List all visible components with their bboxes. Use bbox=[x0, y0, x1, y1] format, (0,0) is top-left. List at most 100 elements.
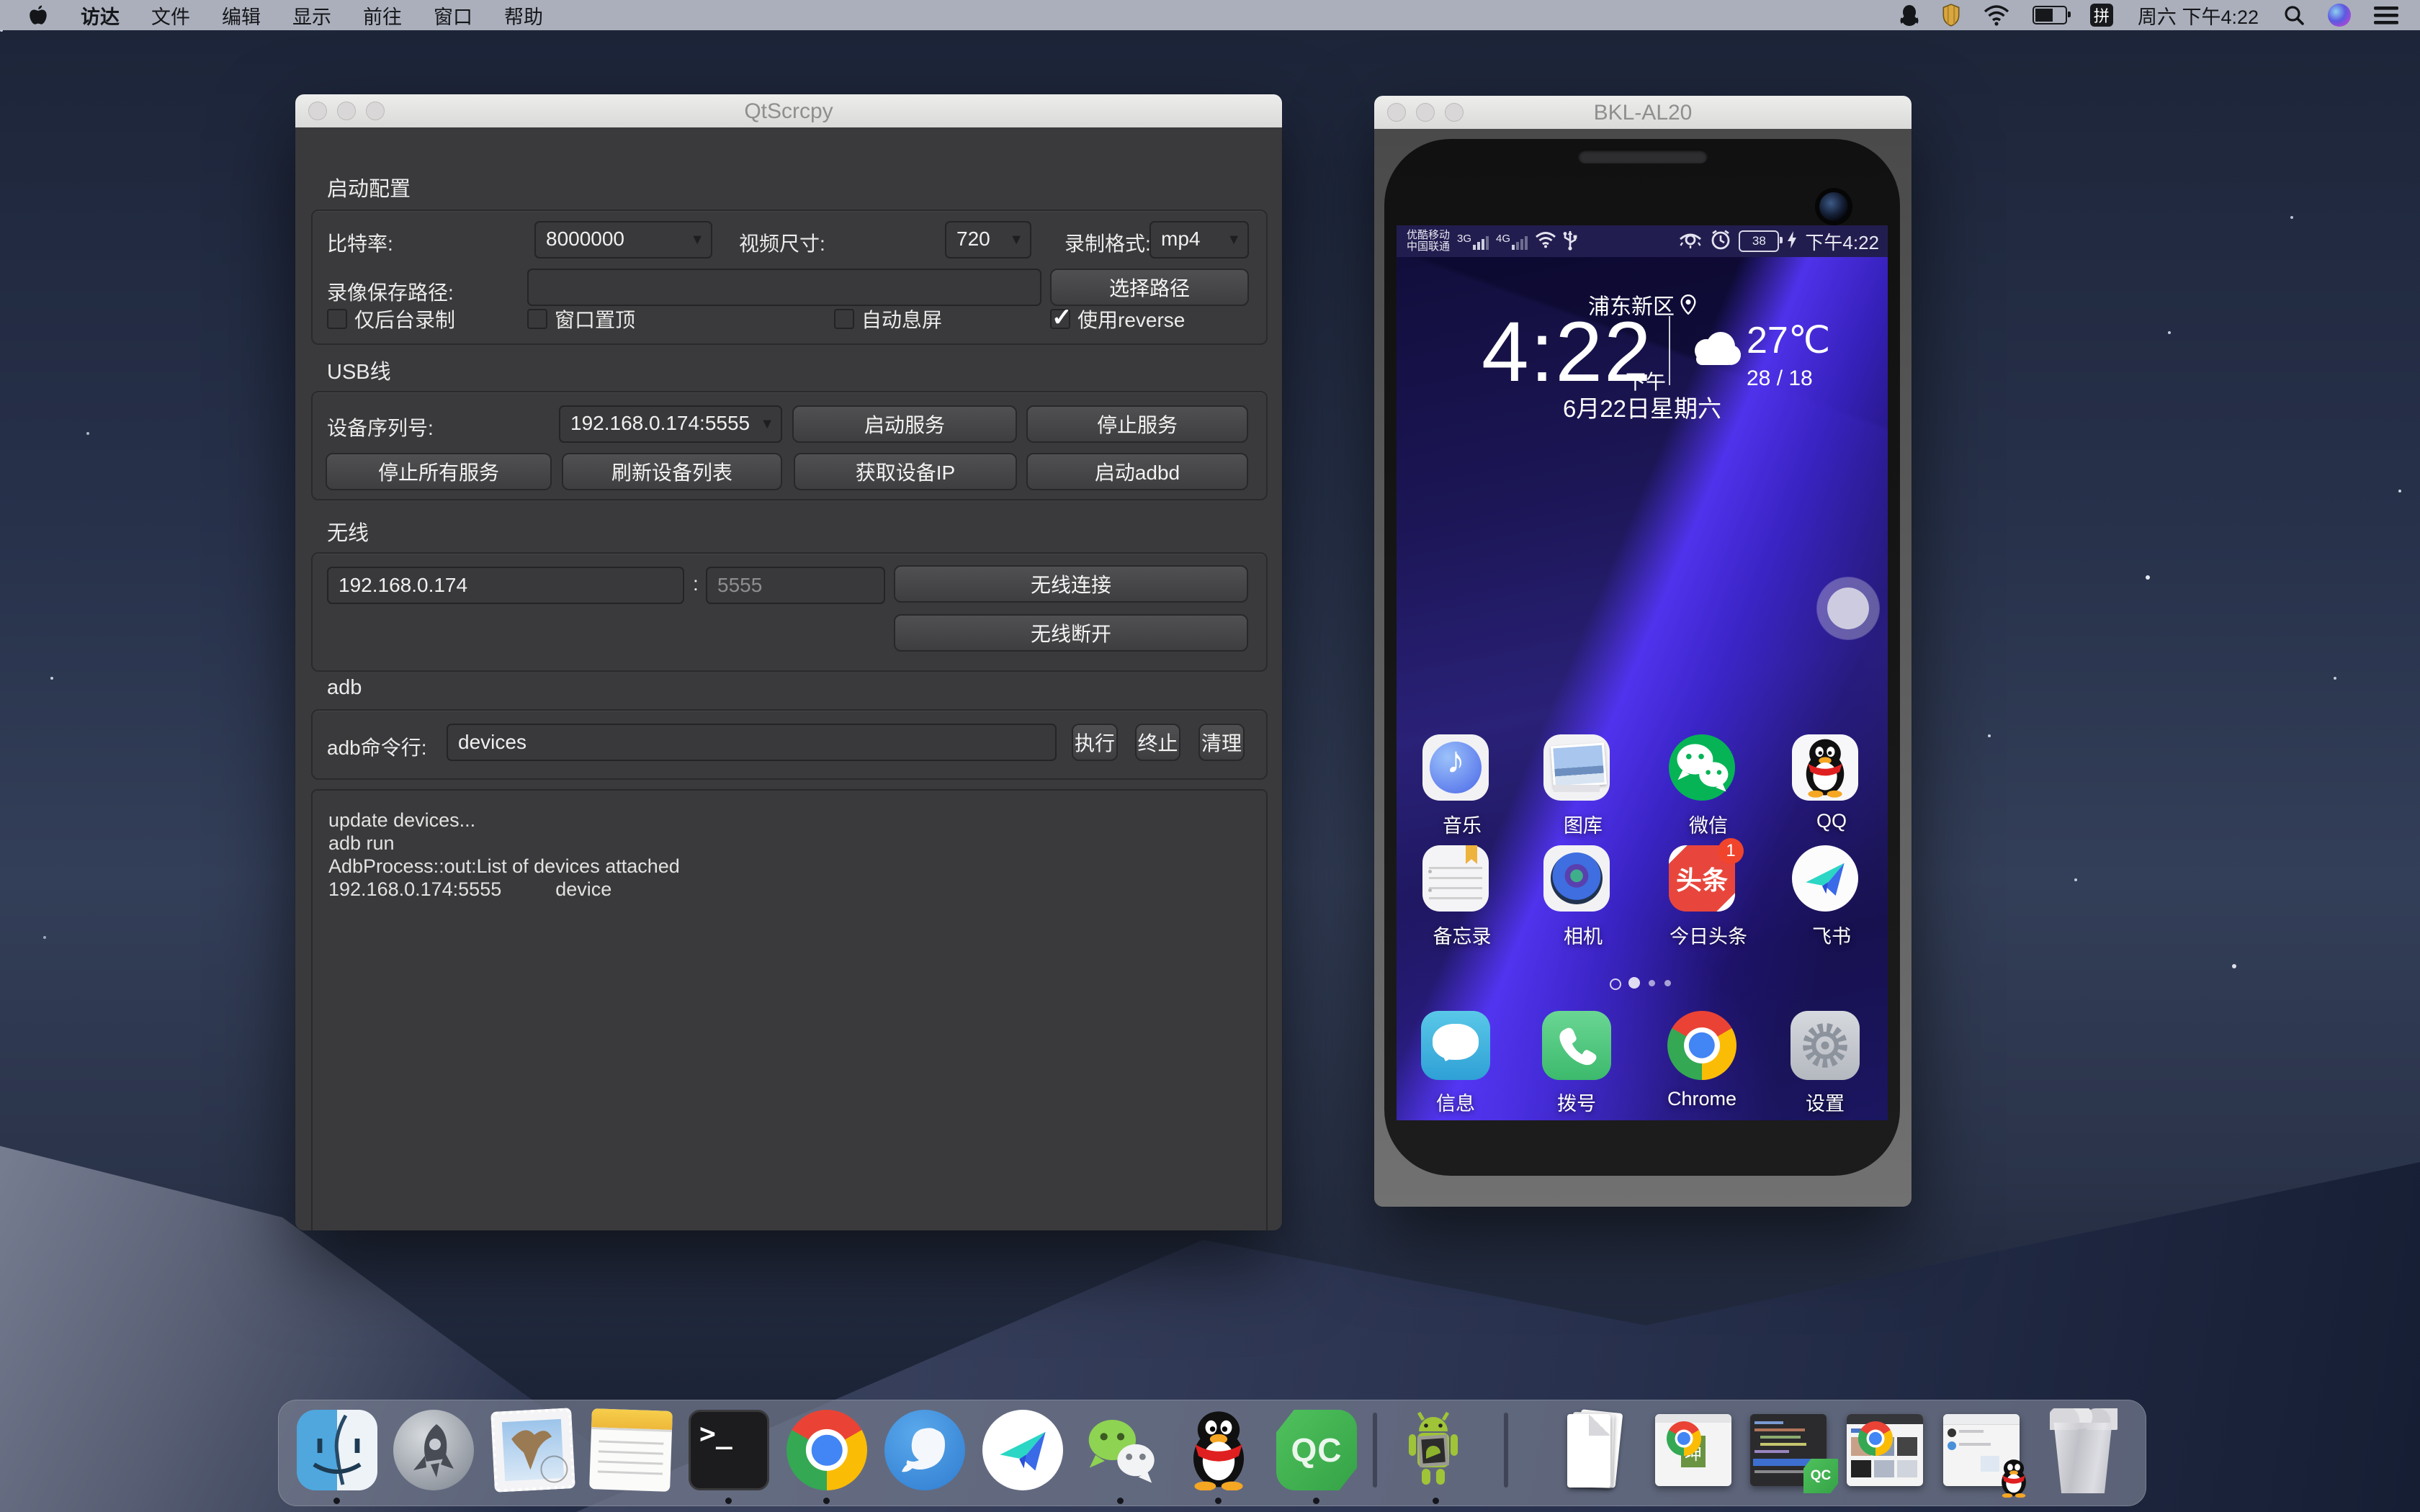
sea-lion-icon bbox=[884, 1410, 965, 1490]
section-wireless: 无线 bbox=[327, 516, 369, 546]
desktop: 访达 文件 编辑 显示 前往 窗口 帮助 拼 周六 下午4:22 bbox=[0, 0, 2420, 1512]
app-chrome[interactable] bbox=[1667, 1011, 1736, 1080]
menu-go[interactable]: 前往 bbox=[347, 0, 418, 30]
qtscrcpy-window: QtScrcpy 启动配置 比特率: 8000000 视频尺寸: 720 录制格… bbox=[295, 94, 1282, 1230]
app-label: 备忘录 bbox=[1401, 921, 1523, 949]
dock-launchpad[interactable] bbox=[393, 1410, 474, 1490]
dock-chrome[interactable] bbox=[786, 1410, 867, 1490]
menu-edit[interactable]: 编辑 bbox=[206, 0, 277, 30]
serial-label: 设备序列号: bbox=[327, 413, 434, 441]
save-path-input[interactable] bbox=[527, 269, 1041, 306]
dock-minimized-window-chrome[interactable]: 坤 bbox=[1655, 1414, 1731, 1486]
dock-separator bbox=[1373, 1413, 1377, 1488]
paper-plane-icon bbox=[995, 1423, 1050, 1477]
app-feishu[interactable] bbox=[1792, 845, 1858, 912]
dock-wechat[interactable] bbox=[1080, 1410, 1161, 1490]
app-qq[interactable] bbox=[1792, 734, 1858, 801]
dock-documents-stack[interactable] bbox=[1556, 1410, 1636, 1490]
wireless-ip-input[interactable] bbox=[327, 567, 684, 604]
usb-status-icon bbox=[1562, 229, 1578, 254]
input-method-icon[interactable]: 拼 bbox=[2079, 0, 2125, 30]
stop-all-services-button[interactable]: 停止所有服务 bbox=[326, 453, 552, 490]
app-camera[interactable] bbox=[1543, 845, 1610, 912]
app-messages[interactable] bbox=[1421, 1011, 1490, 1080]
checkbox-window-on-top[interactable]: 窗口置顶 bbox=[527, 306, 635, 332]
wifi-menubar-icon[interactable] bbox=[1972, 0, 2021, 30]
battery-menubar-icon[interactable] bbox=[2021, 0, 2079, 30]
wireless-connect-button[interactable]: 无线连接 bbox=[894, 565, 1248, 603]
adb-kill-button[interactable]: 终止 bbox=[1135, 724, 1180, 761]
siri-icon[interactable] bbox=[2316, 0, 2362, 30]
weather-cloud-icon[interactable] bbox=[1688, 328, 1742, 372]
phone-window-titlebar[interactable]: BKL-AL20 bbox=[1374, 96, 1912, 130]
app-label: 信息 bbox=[1397, 1088, 1517, 1116]
spotlight-icon[interactable] bbox=[2272, 0, 2316, 30]
dock-terminal[interactable]: >_ bbox=[689, 1410, 769, 1490]
menu-view[interactable]: 显示 bbox=[277, 0, 347, 30]
dock-notes[interactable] bbox=[591, 1410, 671, 1490]
menu-finder[interactable]: 访达 bbox=[65, 0, 135, 30]
qtscrcpy-body: 启动配置 比特率: 8000000 视频尺寸: 720 录制格式: mp4 录像… bbox=[295, 127, 1282, 1230]
wireless-port-input[interactable] bbox=[706, 567, 885, 604]
app-notes[interactable] bbox=[1422, 845, 1489, 912]
qtscrcpy-titlebar[interactable]: QtScrcpy bbox=[295, 94, 1282, 128]
dock-paper-plane-app[interactable] bbox=[982, 1410, 1063, 1490]
stop-service-button[interactable]: 停止服务 bbox=[1026, 405, 1248, 443]
app-wechat[interactable] bbox=[1669, 734, 1735, 801]
adb-command-input[interactable] bbox=[447, 724, 1057, 761]
running-dot-finder bbox=[333, 1498, 340, 1504]
shield-menubar-icon[interactable] bbox=[1930, 0, 1972, 30]
get-device-ip-button[interactable]: 获取设备IP bbox=[794, 453, 1017, 490]
checkbox-auto-screen-off[interactable]: 自动息屏 bbox=[834, 306, 942, 332]
record-format-combobox[interactable]: mp4 bbox=[1150, 221, 1249, 258]
app-label: QQ bbox=[1770, 810, 1888, 832]
dock-minimized-window-qtscrcpy[interactable]: QC bbox=[1750, 1414, 1827, 1486]
notification-center-icon[interactable] bbox=[2362, 0, 2420, 30]
refresh-devices-button[interactable]: 刷新设备列表 bbox=[562, 453, 782, 490]
dock-qq[interactable] bbox=[1178, 1410, 1259, 1490]
phone-mirror-window: BKL-AL20 优酷移动 中国联通 3G bbox=[1374, 96, 1912, 1207]
bitrate-combobox[interactable]: 8000000 bbox=[534, 221, 712, 258]
checkbox-use-reverse[interactable]: 使用reverse bbox=[1050, 306, 1185, 332]
choose-path-button[interactable]: 选择路径 bbox=[1050, 269, 1249, 306]
dock-android-scrcpy[interactable] bbox=[1396, 1410, 1476, 1490]
start-service-button[interactable]: 启动服务 bbox=[792, 405, 1017, 443]
menu-window[interactable]: 窗口 bbox=[418, 0, 488, 30]
page-dot bbox=[1649, 980, 1655, 986]
gear-icon bbox=[1798, 1018, 1852, 1073]
adb-clear-button[interactable]: 清理 bbox=[1198, 724, 1245, 761]
log-output[interactable]: update devices... adb run AdbProcess::ou… bbox=[311, 789, 1268, 1230]
ip-port-colon: : bbox=[693, 572, 699, 595]
app-dialer[interactable] bbox=[1542, 1011, 1611, 1080]
dock-qtscrcpy[interactable]: QC bbox=[1276, 1410, 1357, 1490]
apple-icon bbox=[29, 4, 48, 26]
dock-sea-lion-app[interactable] bbox=[884, 1410, 965, 1490]
app-settings[interactable] bbox=[1791, 1011, 1860, 1080]
weather-high-low: 28 / 18 bbox=[1747, 366, 1813, 391]
carrier-labels: 优酷移动 中国联通 bbox=[1407, 230, 1450, 253]
phone-handset-icon bbox=[1555, 1024, 1598, 1067]
weather-temperature: 27℃ bbox=[1747, 319, 1830, 362]
checkbox-background-record[interactable]: 仅后台录制 bbox=[327, 306, 455, 332]
wireless-disconnect-button[interactable]: 无线断开 bbox=[894, 614, 1248, 652]
dock-mail[interactable] bbox=[493, 1410, 573, 1490]
dock-minimized-window-qq[interactable] bbox=[1943, 1414, 2020, 1486]
phone-screen[interactable]: 优酷移动 中国联通 3G 4G bbox=[1397, 225, 1888, 1120]
dock-trash[interactable] bbox=[2044, 1404, 2123, 1496]
dock-finder[interactable] bbox=[297, 1410, 377, 1490]
app-music[interactable]: ♪ bbox=[1422, 734, 1489, 801]
app-gallery[interactable] bbox=[1543, 734, 1610, 801]
apple-menu[interactable] bbox=[0, 0, 65, 30]
video-size-value: 720 bbox=[956, 228, 990, 250]
menu-file[interactable]: 文件 bbox=[135, 0, 206, 30]
dock-minimized-window-chrome-2[interactable] bbox=[1847, 1414, 1923, 1486]
start-adbd-button[interactable]: 启动adbd bbox=[1026, 453, 1248, 490]
qq-menubar-icon[interactable] bbox=[1888, 0, 1930, 30]
menubar-clock[interactable]: 周六 下午4:22 bbox=[2125, 0, 2272, 30]
menu-help[interactable]: 帮助 bbox=[488, 0, 559, 30]
app-toutiao[interactable]: 头条 1 bbox=[1669, 845, 1735, 912]
adb-run-button[interactable]: 执行 bbox=[1072, 724, 1118, 761]
serial-combobox[interactable]: 192.168.0.174:5555 bbox=[559, 405, 782, 443]
video-size-combobox[interactable]: 720 bbox=[945, 221, 1031, 258]
assistive-touch-ball[interactable] bbox=[1827, 588, 1869, 629]
